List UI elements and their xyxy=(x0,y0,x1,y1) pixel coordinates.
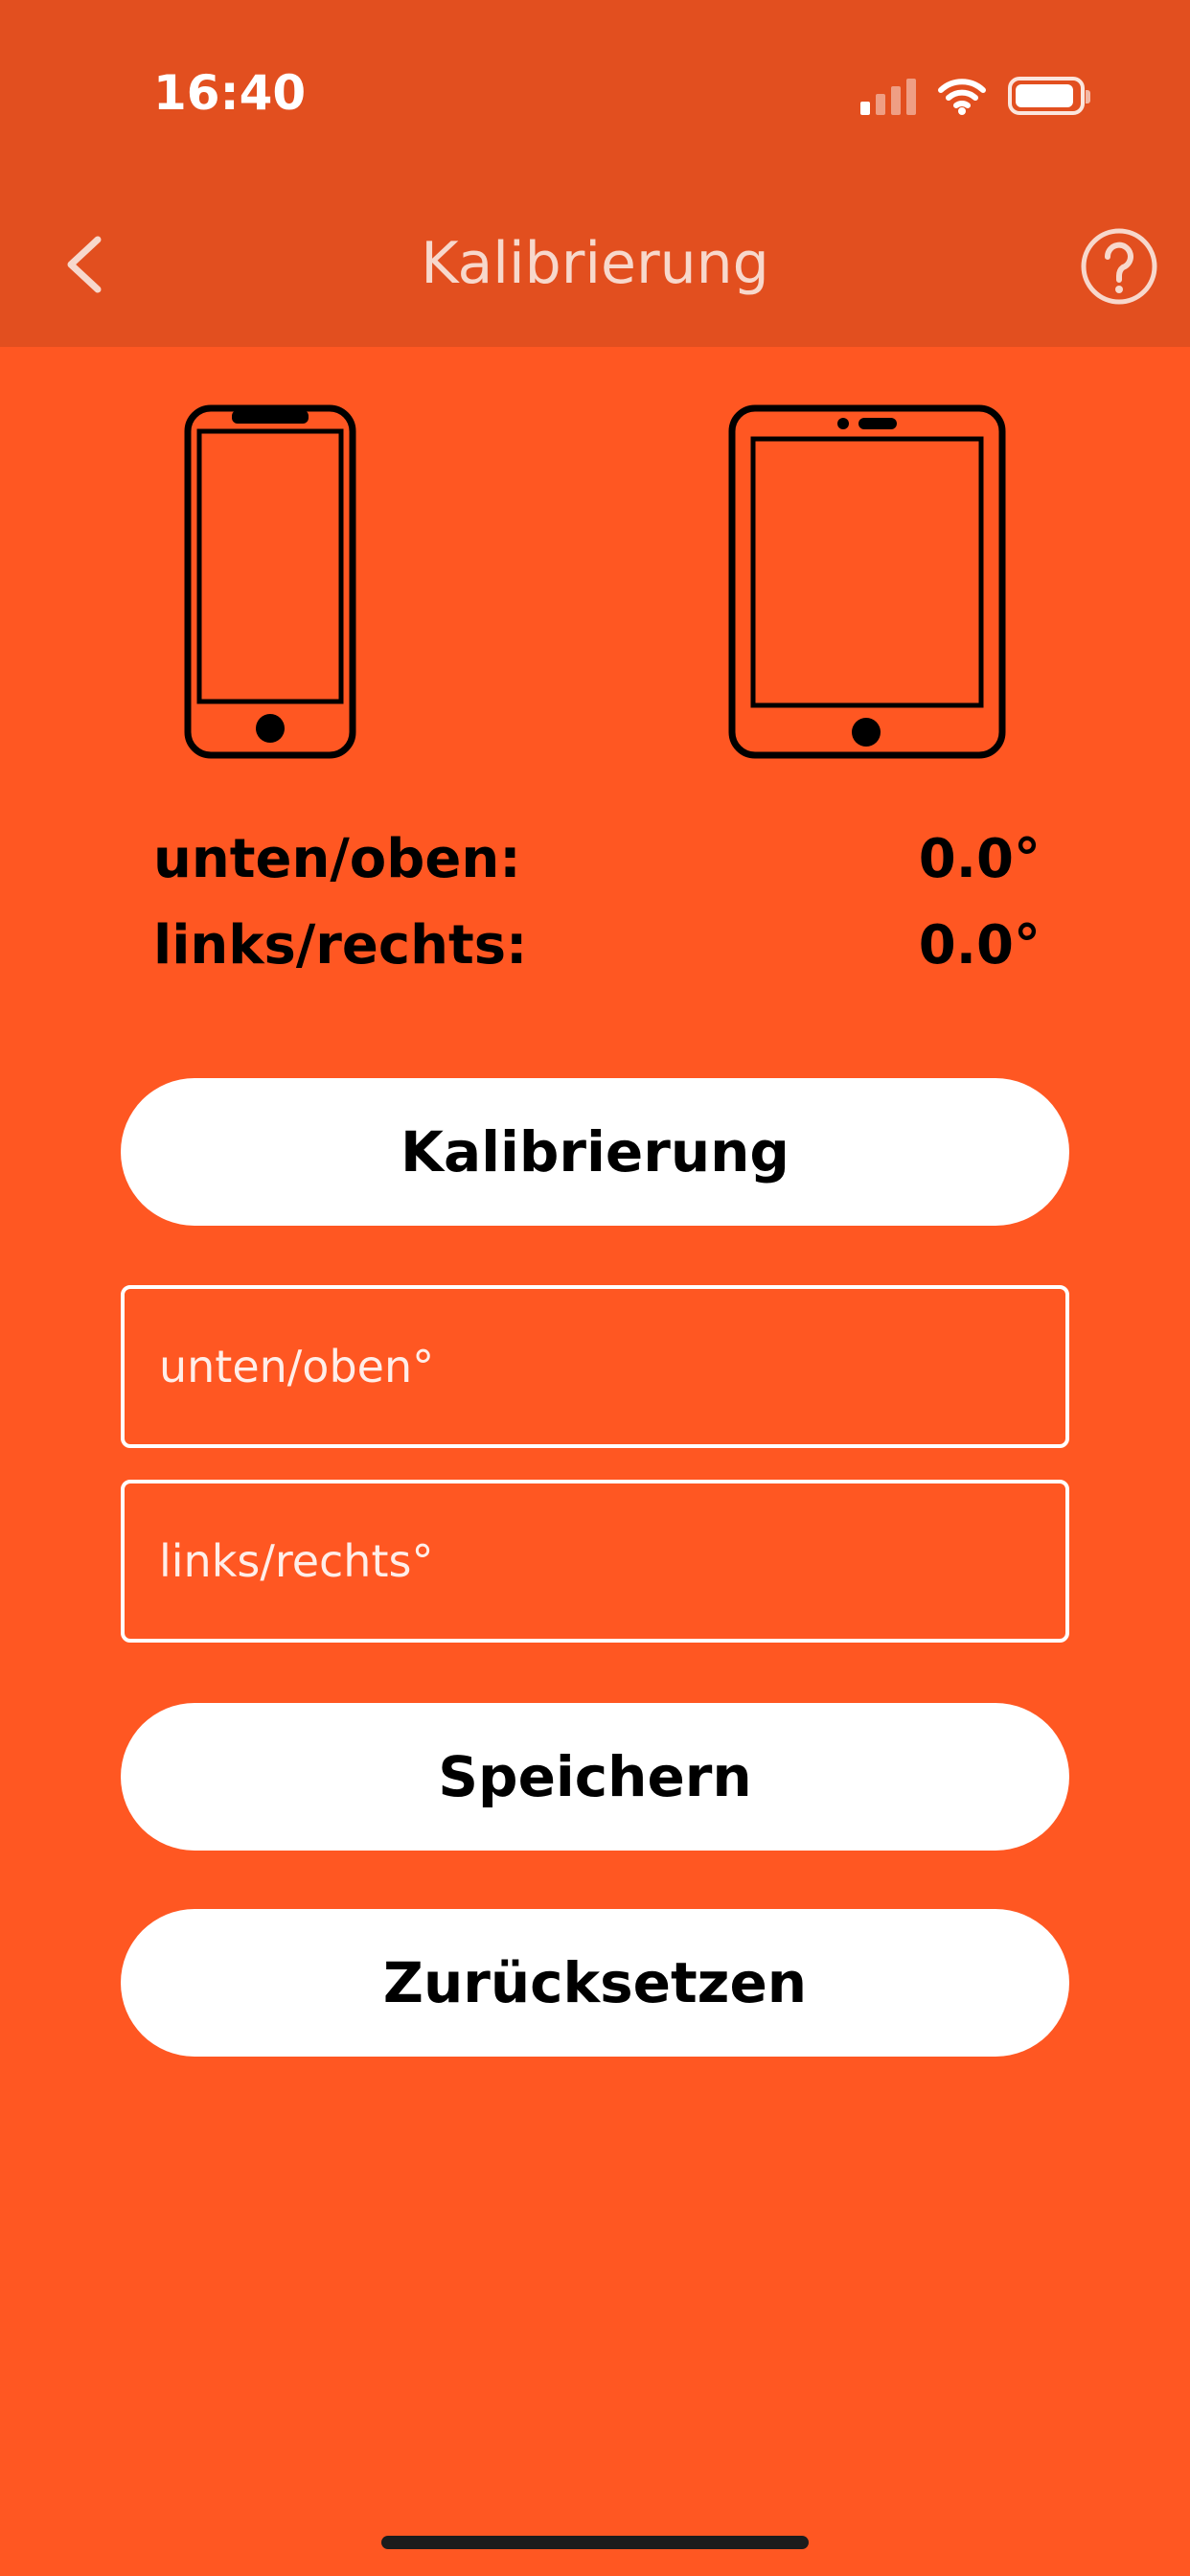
calibration-screen: 16:40 Kalibrierung unten/oben: 0.0° link… xyxy=(0,0,1190,2576)
navigation-bar: 16:40 Kalibrierung xyxy=(0,0,1190,347)
reading-horizontal-value: 0.0° xyxy=(918,914,1041,977)
cellular-signal-icon xyxy=(860,77,916,115)
reading-vertical: unten/oben: 0.0° xyxy=(153,828,1041,890)
phone-icon xyxy=(184,404,356,759)
page-title: Kalibrierung xyxy=(421,230,769,297)
save-button[interactable]: Speichern xyxy=(121,1703,1069,1851)
status-time: 16:40 xyxy=(153,65,307,121)
calibrate-button[interactable]: Kalibrierung xyxy=(121,1078,1069,1226)
question-circle-icon xyxy=(1081,228,1157,305)
wifi-icon xyxy=(938,79,986,115)
reading-vertical-label: unten/oben: xyxy=(153,828,521,890)
tablet-icon xyxy=(728,404,1006,759)
help-button[interactable] xyxy=(1079,226,1159,307)
reading-vertical-value: 0.0° xyxy=(918,828,1041,890)
home-indicator[interactable] xyxy=(381,2536,809,2549)
status-icons xyxy=(860,73,1090,119)
battery-icon xyxy=(1008,77,1090,115)
reset-button[interactable]: Zurücksetzen xyxy=(121,1909,1069,2057)
reading-horizontal-label: links/rechts: xyxy=(153,914,528,977)
horizontal-angle-input[interactable] xyxy=(121,1480,1069,1643)
vertical-angle-input[interactable] xyxy=(121,1285,1069,1448)
reading-horizontal: links/rechts: 0.0° xyxy=(153,914,1041,977)
